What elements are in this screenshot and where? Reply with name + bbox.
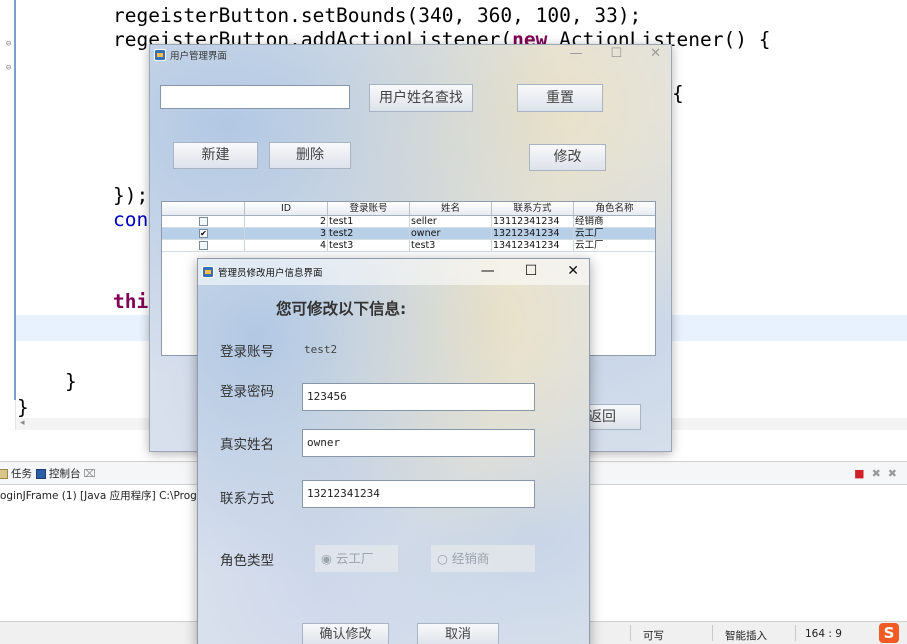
- role-radio-cloud-factory[interactable]: ◉ 云工厂: [315, 545, 398, 572]
- window-titlebar[interactable]: 用户管理界面 — ☐ ✕: [150, 45, 671, 64]
- code-brace-open[interactable]: {: [672, 82, 684, 106]
- cell-account: test2: [328, 228, 410, 239]
- column-header-contact[interactable]: 联系方式: [492, 202, 574, 215]
- window-title: 用户管理界面: [170, 50, 228, 62]
- desktop: ⊖ ⊖ regeisterButton.setBounds(340, 360, …: [0, 0, 907, 644]
- edit-user-dialog: 管理员修改用户信息界面 — ☐ ✕ 您可修改以下信息: 登录账号 test2 登…: [197, 258, 590, 644]
- delete-button[interactable]: 删除: [269, 142, 351, 169]
- search-by-name-button[interactable]: 用户姓名查找: [369, 84, 473, 112]
- fold-marker[interactable]: ⊖: [6, 40, 14, 49]
- table-row-selected[interactable]: ✔ 3 test2 owner 13212341234 云工厂: [162, 228, 655, 240]
- fold-marker[interactable]: ⊖: [6, 64, 14, 73]
- cell-id: 3: [245, 228, 328, 239]
- column-header-role[interactable]: 角色名称: [574, 202, 655, 215]
- cell-role: 云工厂: [575, 228, 604, 239]
- column-header-select[interactable]: [162, 202, 245, 215]
- code-brace-outer-close[interactable]: }: [17, 396, 29, 420]
- role-label: 角色类型: [220, 553, 274, 569]
- terminate-icon[interactable]: ■: [854, 467, 864, 480]
- cell-account: test3: [328, 240, 410, 251]
- role-radio-distributor[interactable]: ○ 经销商: [431, 545, 535, 572]
- column-header-account[interactable]: 登录账号: [328, 202, 410, 215]
- code-line-this[interactable]: thi: [113, 290, 148, 314]
- maximize-icon[interactable]: ☐: [525, 263, 538, 279]
- dialog-titlebar[interactable]: 管理员修改用户信息界面 — ☐ ✕: [198, 259, 589, 285]
- table-header: ID 登录账号 姓名 联系方式 角色名称: [162, 202, 655, 216]
- cell-contact: 13212341234: [492, 228, 574, 239]
- java-app-icon: [202, 266, 214, 278]
- status-separator: [795, 625, 796, 641]
- new-button[interactable]: 新建: [173, 142, 258, 169]
- cell-name: owner: [410, 228, 492, 239]
- password-field[interactable]: 123456: [302, 383, 535, 411]
- cell-id: 2: [245, 216, 328, 227]
- tasks-icon: [0, 468, 8, 479]
- cancel-button[interactable]: 取消: [417, 623, 499, 644]
- contact-label: 联系方式: [220, 491, 274, 507]
- close-icon[interactable]: ✕: [650, 46, 661, 61]
- contact-field[interactable]: 13212341234: [302, 480, 535, 508]
- status-writable: 可写: [643, 630, 664, 642]
- status-separator: [630, 625, 631, 641]
- reset-button[interactable]: 重置: [517, 84, 603, 112]
- cell-role: 云工厂: [575, 240, 604, 251]
- edit-button[interactable]: 修改: [529, 144, 606, 171]
- row-checkbox[interactable]: ✔: [199, 229, 208, 238]
- table-row[interactable]: 4 test3 test3 13412341234 云工厂: [162, 240, 655, 252]
- cell-role: 经销商: [575, 216, 604, 227]
- realname-label: 真实姓名: [220, 437, 274, 453]
- column-header-name[interactable]: 姓名: [410, 202, 492, 215]
- tab-tasks-label: 任务: [11, 468, 32, 480]
- dialog-title: 管理员修改用户信息界面: [218, 268, 323, 279]
- console-icon: [36, 468, 46, 479]
- account-value: test2: [304, 343, 338, 356]
- table-row[interactable]: 2 test1 seller 13112341234 经销商: [162, 216, 655, 228]
- status-insert-mode: 智能插入: [725, 630, 767, 642]
- tab-tasks[interactable]: 任务: [0, 466, 32, 481]
- close-icon[interactable]: ⌧: [84, 468, 96, 480]
- column-header-id[interactable]: ID: [245, 202, 328, 215]
- window-controls: — ☐ ✕: [569, 46, 661, 61]
- cell-name: seller: [410, 216, 492, 227]
- account-label: 登录账号: [220, 344, 274, 360]
- remove-all-icon[interactable]: ✖: [888, 467, 897, 480]
- code-line-setbounds[interactable]: regeisterButton.setBounds(340, 360, 100,…: [113, 4, 641, 28]
- tab-console-label: 控制台: [49, 468, 81, 480]
- java-app-icon: [154, 48, 166, 61]
- code-line-close[interactable]: });: [113, 184, 148, 208]
- cell-contact: 13112341234: [492, 216, 574, 227]
- row-checkbox[interactable]: [199, 217, 208, 226]
- cell-account: test1: [328, 216, 410, 227]
- cell-name: test3: [410, 240, 492, 251]
- maximize-icon[interactable]: ☐: [610, 46, 622, 61]
- console-toolbar: ■ ✖ ✖: [854, 467, 897, 480]
- remove-launch-icon[interactable]: ✖: [872, 467, 881, 480]
- realname-field[interactable]: owner: [302, 429, 535, 457]
- row-select-cell: [162, 216, 245, 227]
- ime-icon[interactable]: S: [879, 623, 899, 643]
- row-checkbox[interactable]: [199, 241, 208, 250]
- back-button[interactable]: 返回: [583, 404, 641, 430]
- code-brace-inner-close[interactable]: }: [65, 370, 77, 394]
- window-controls: — ☐ ✕: [481, 263, 579, 279]
- minimize-icon[interactable]: —: [481, 263, 495, 279]
- status-cursor-position: 164 : 9: [805, 628, 842, 640]
- cell-id: 4: [245, 240, 328, 251]
- password-label: 登录密码: [220, 384, 274, 400]
- cell-contact: 13412341234: [492, 240, 574, 251]
- tab-console[interactable]: 控制台 ⌧: [36, 466, 96, 481]
- row-select-cell: [162, 240, 245, 251]
- row-select-cell: ✔: [162, 228, 245, 239]
- close-icon[interactable]: ✕: [567, 263, 579, 279]
- console-launch-label: oginJFrame (1) [Java 应用程序] C:\Program F: [0, 490, 228, 502]
- dialog-heading: 您可修改以下信息:: [276, 300, 407, 318]
- search-input[interactable]: [160, 85, 350, 109]
- status-separator: [712, 625, 713, 641]
- confirm-edit-button[interactable]: 确认修改: [302, 623, 389, 644]
- minimize-icon[interactable]: —: [569, 46, 582, 61]
